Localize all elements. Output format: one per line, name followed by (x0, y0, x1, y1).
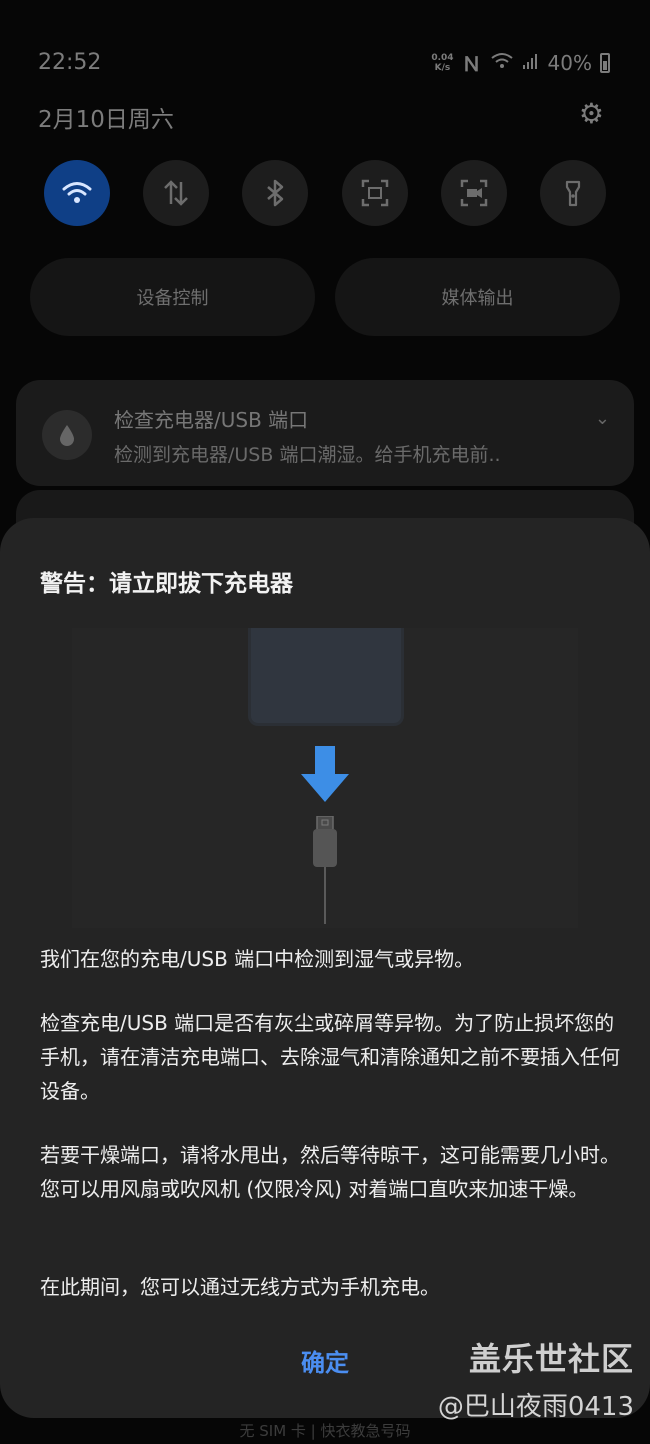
status-bar: 22:52 0.04 K/s Ｎ 40% (0, 0, 650, 90)
dialog-paragraph: 若要干燥端口，请将水甩出，然后等待晾干，这可能需要几小时。您可以用风扇或吹风机 … (40, 1143, 620, 1201)
network-speed: 0.04 K/s (431, 52, 454, 73)
watermark-title: 盖乐世社区 (468, 1340, 634, 1378)
screen-record-tile[interactable] (440, 160, 507, 226)
wifi-icon (62, 182, 92, 203)
bluetooth-icon (267, 179, 284, 207)
status-icons: 0.04 K/s Ｎ 40% (431, 48, 610, 77)
screenshot-tile[interactable] (341, 160, 408, 226)
dialog-paragraph: 我们在您的充电/USB 端口中检测到湿气或异物。 (40, 947, 475, 971)
chevron-down-icon[interactable]: ⌄ (595, 408, 610, 429)
water-drop-icon (42, 410, 92, 460)
dialog-title: 警告：请立即拔下充电器 (40, 571, 293, 597)
shade-shortcuts: 设备控制 媒体输出 (30, 258, 620, 336)
mobile-data-icon (164, 180, 189, 206)
cell-signal-icon (522, 52, 540, 74)
dialog-paragraph: 检查充电/USB 端口是否有灰尘或碎屑等异物。为了防止损坏您的手机，请在清洁充电… (40, 1011, 620, 1103)
flashlight-icon (565, 180, 581, 207)
date-label: 2月10日周六 (38, 107, 174, 133)
watermark-author: @巴山夜雨0413 (437, 1392, 634, 1422)
screen-record-icon (460, 179, 487, 207)
flashlight-tile[interactable] (539, 160, 606, 226)
battery-percent: 40% (547, 50, 592, 75)
warning-dialog: 警告：请立即拔下充电器 我们在您的充电/USB 端口中检测到湿气或异物。 检查充… (0, 518, 650, 1418)
notification-text: 检测到充电器/USB 端口潮湿。给手机充电前.. (114, 444, 501, 466)
wifi-tile[interactable] (44, 160, 110, 226)
usb-cable-icon (313, 816, 337, 924)
quick-settings-tiles (44, 160, 606, 226)
bluetooth-tile[interactable] (242, 160, 309, 226)
media-output-button[interactable]: 媒体输出 (335, 258, 620, 336)
moisture-notification[interactable]: 检查充电器/USB 端口 检测到充电器/USB 端口潮湿。给手机充电前.. ⌄ (16, 380, 634, 486)
dialog-paragraph: 在此期间，您可以通过无线方式为手机充电。 (40, 1275, 440, 1299)
ok-button[interactable]: 确定 (280, 1338, 370, 1382)
device-control-button[interactable]: 设备控制 (30, 258, 315, 336)
arrow-down-icon (301, 746, 349, 802)
phone-bottom-illustration (248, 628, 404, 726)
gear-icon[interactable]: ⚙ (579, 97, 604, 130)
nfc-icon: Ｎ (461, 52, 482, 76)
unplug-illustration (72, 628, 578, 928)
clock: 22:52 (38, 50, 102, 75)
notification-title: 检查充电器/USB 端口 (114, 408, 309, 432)
screenshot-icon (361, 179, 388, 207)
mobile-data-tile[interactable] (143, 160, 210, 226)
battery-icon (600, 52, 610, 73)
wifi-signal-icon (490, 51, 514, 75)
